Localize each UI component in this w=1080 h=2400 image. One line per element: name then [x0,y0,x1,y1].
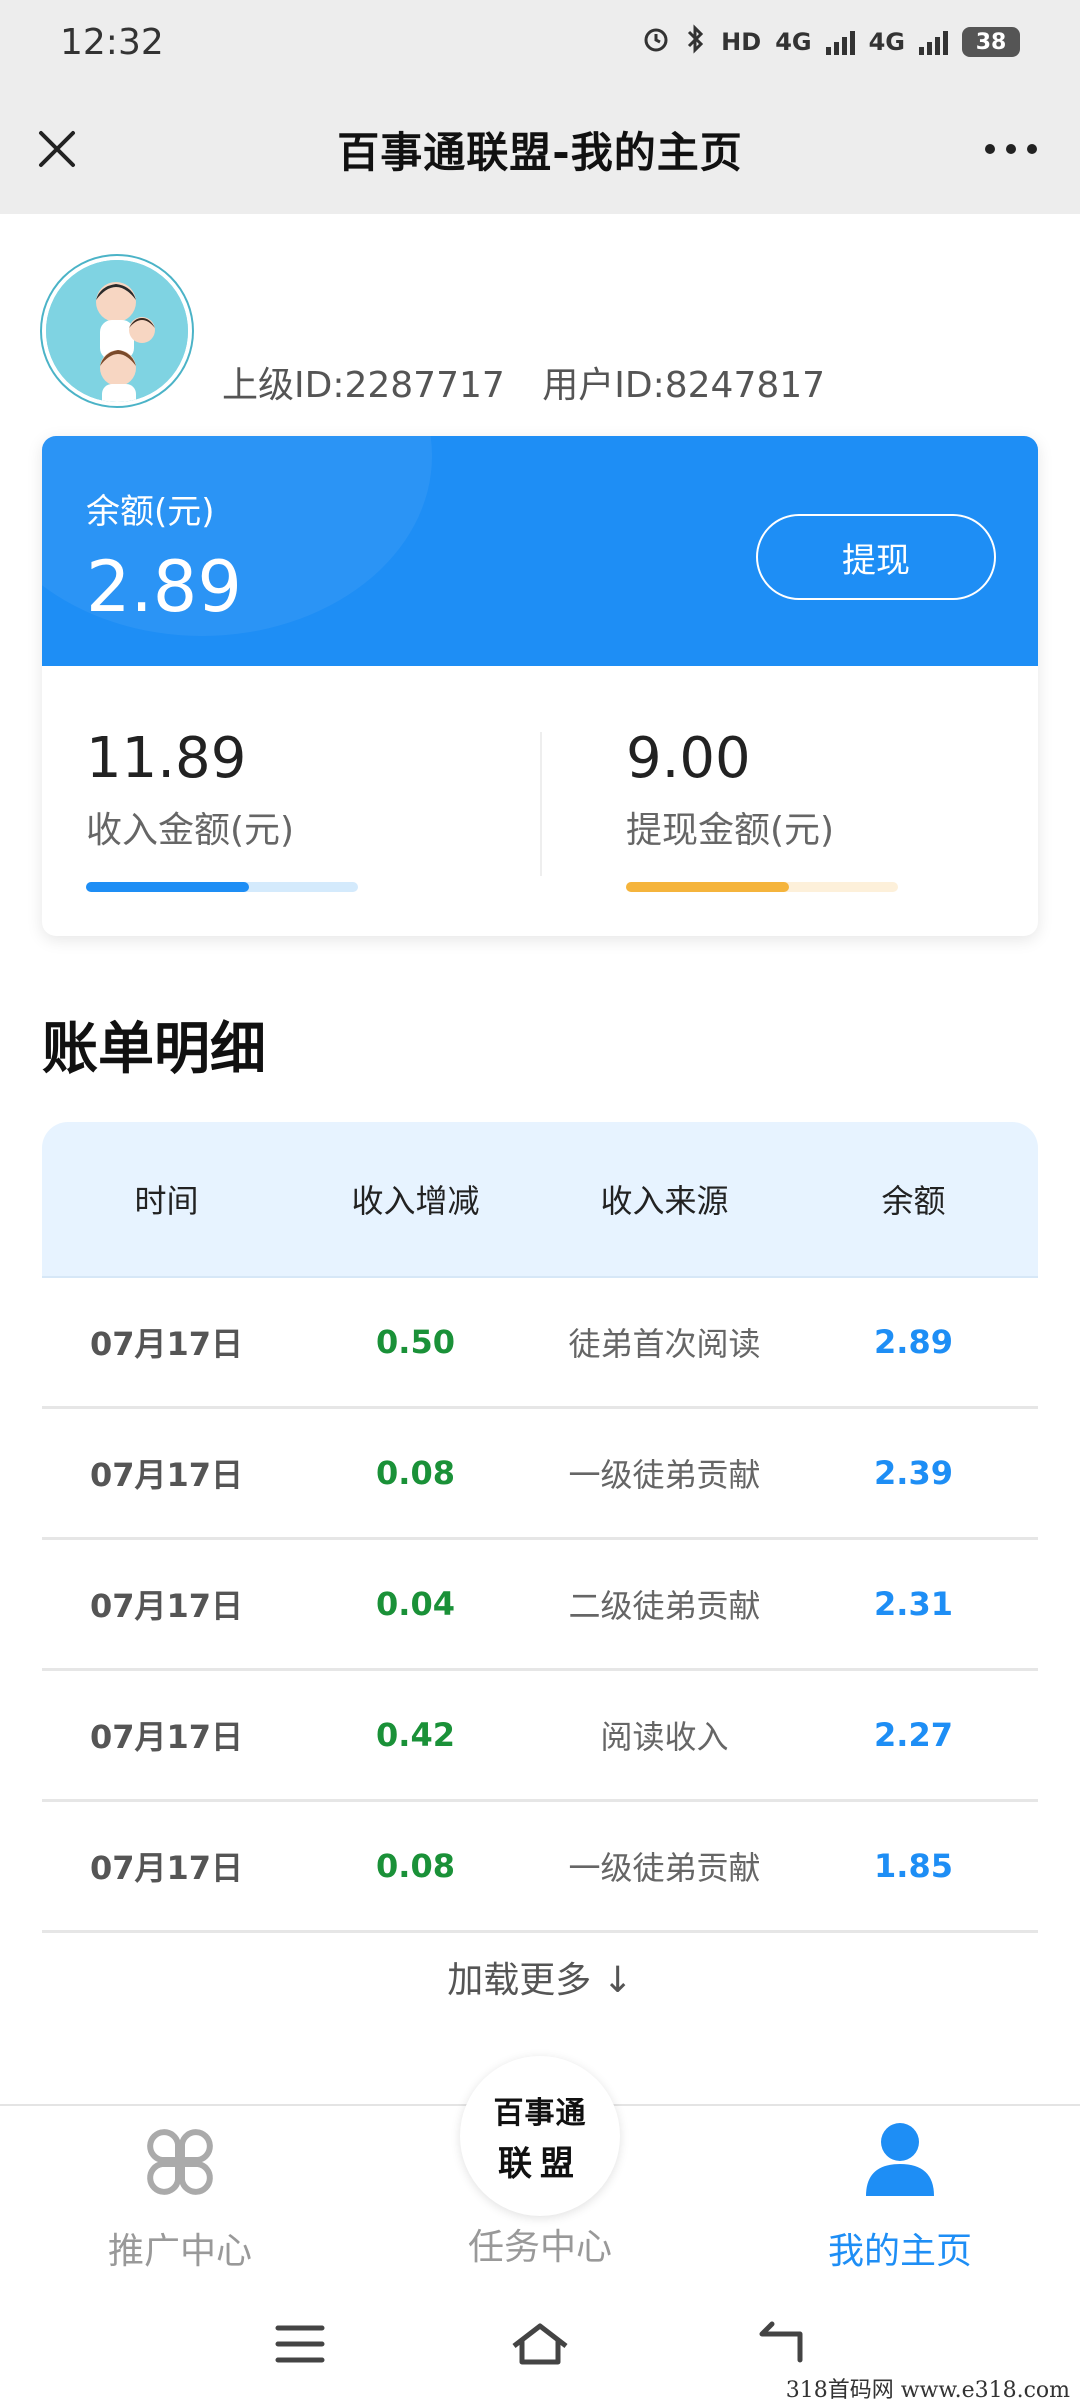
row-change: 0.50 [376,1323,455,1361]
withdraw-progress-fill [626,882,790,892]
avatar-family-icon [46,260,188,402]
balance-label: 余额(元) [86,492,215,532]
stat-divider [540,732,542,876]
table-row: 07月17日 0.42 阅读收入 2.27 [42,1671,1038,1802]
nav-label-task: 任务中心 [467,2227,612,2268]
load-more-button[interactable]: 加载更多 ↓ [42,1951,1038,2003]
income-progress-track [86,882,358,892]
nav-label-home: 我的主页 [827,2231,972,2272]
column-header-source: 收入来源 [600,1182,729,1220]
balance-card: 余额(元) 2.89 提现 11.89 收入金额(元) 9.00 提现金额(元) [42,436,1038,936]
status-time: 12:32 [60,21,164,63]
withdraw-button[interactable]: 提现 [756,514,996,600]
row-date: 07月17日 [89,1587,244,1625]
row-change: 0.42 [376,1716,455,1754]
status-bar: 12:32 HD 4G 4G 38 [0,0,1080,84]
battery-icon: 38 [962,27,1020,57]
withdraw-stat: 9.00 提现金额(元) [626,726,1038,906]
row-balance: 2.39 [874,1454,953,1492]
system-home-button[interactable] [505,2314,575,2374]
table-row: 07月17日 0.04 二级徒弟贡献 2.31 [42,1540,1038,1671]
nav-item-promo[interactable]: 推广中心 [0,2106,360,2292]
withdraw-value: 9.00 [626,726,751,791]
row-balance: 2.89 [874,1323,953,1361]
more-dots-icon [985,144,1037,154]
bill-section-title: 账单明细 [42,1017,266,1082]
hd-icon: HD [721,28,762,56]
row-source: 阅读收入 [600,1718,729,1756]
clover-grid-icon [147,2129,213,2195]
user-id: 用户ID:8247817 [542,365,826,406]
row-change: 0.08 [376,1847,455,1885]
close-button[interactable] [24,116,90,182]
income-progress-fill [86,882,250,892]
logo-text-line2: 联盟 [498,2143,582,2184]
system-back-button[interactable] [745,2314,815,2374]
nav-label-promo: 推广中心 [107,2231,252,2272]
close-icon [39,131,75,167]
network-label-2: 4G [868,28,905,56]
balance-value: 2.89 [86,546,242,628]
more-button[interactable] [966,116,1056,182]
user-icon [866,2123,934,2196]
center-logo-button[interactable]: 百事通 联盟 [460,2056,620,2216]
home-icon [512,2323,568,2365]
withdraw-label: 提现金额(元) [626,810,835,851]
withdraw-progress-track [626,882,898,892]
page-title: 百事通联盟-我的主页 [337,127,743,177]
row-balance: 1.85 [874,1847,953,1885]
back-icon [759,2321,803,2363]
table-row: 07月17日 0.08 一级徒弟贡献 2.39 [42,1409,1038,1540]
row-date: 07月17日 [89,1325,244,1363]
balance-header: 余额(元) 2.89 提现 [42,436,1038,666]
bluetooth-icon [685,24,707,60]
row-balance: 2.31 [874,1585,953,1623]
row-balance: 2.27 [874,1716,953,1754]
row-date: 07月17日 [89,1456,244,1494]
row-change: 0.08 [376,1454,455,1492]
status-icons: HD 4G 4G 38 [641,24,1020,60]
avatar[interactable] [42,256,192,406]
watermark: 318首码网 www.e318.com [785,2378,1070,2400]
main-content: 上级ID:2287717 用户ID:8247817 余额(元) 2.89 提现 … [0,214,1080,2104]
column-header-balance: 余额 [881,1182,946,1220]
income-value: 11.89 [86,726,247,791]
income-stat: 11.89 收入金额(元) [86,726,506,906]
table-row: 07月17日 0.50 徒弟首次阅读 2.89 [42,1278,1038,1409]
row-source: 徒弟首次阅读 [568,1325,761,1363]
logo-text-line1: 百事通 [493,2095,587,2131]
bill-table: 时间 收入增减 收入来源 余额 07月17日 0.50 徒弟首次阅读 2.89 … [42,1122,1038,2003]
network-label-1: 4G [775,28,812,56]
row-date: 07月17日 [89,1849,244,1887]
table-row: 07月17日 0.08 一级徒弟贡献 1.85 [42,1802,1038,1933]
column-header-time: 时间 [134,1182,199,1220]
row-change: 0.04 [376,1585,455,1623]
row-date: 07月17日 [89,1718,244,1756]
income-label: 收入金额(元) [86,810,295,851]
title-bar: 百事通联盟-我的主页 [0,84,1080,214]
nav-item-home[interactable]: 我的主页 [720,2106,1080,2292]
row-source: 二级徒弟贡献 [568,1587,761,1625]
system-menu-button[interactable] [265,2314,335,2374]
column-header-change: 收入增减 [351,1182,480,1220]
menu-icon [275,2325,325,2363]
table-header: 时间 收入增减 收入来源 余额 [42,1122,1038,1278]
alarm-icon [641,24,671,60]
parent-id: 上级ID:2287717 [222,365,505,406]
signal-icon [919,29,948,55]
signal-icon [825,29,855,55]
profile-section: 上级ID:2287717 用户ID:8247817 [42,256,1042,406]
row-source: 一级徒弟贡献 [568,1456,761,1494]
user-ids: 上级ID:2287717 用户ID:8247817 [222,356,851,408]
row-source: 一级徒弟贡献 [568,1849,761,1887]
